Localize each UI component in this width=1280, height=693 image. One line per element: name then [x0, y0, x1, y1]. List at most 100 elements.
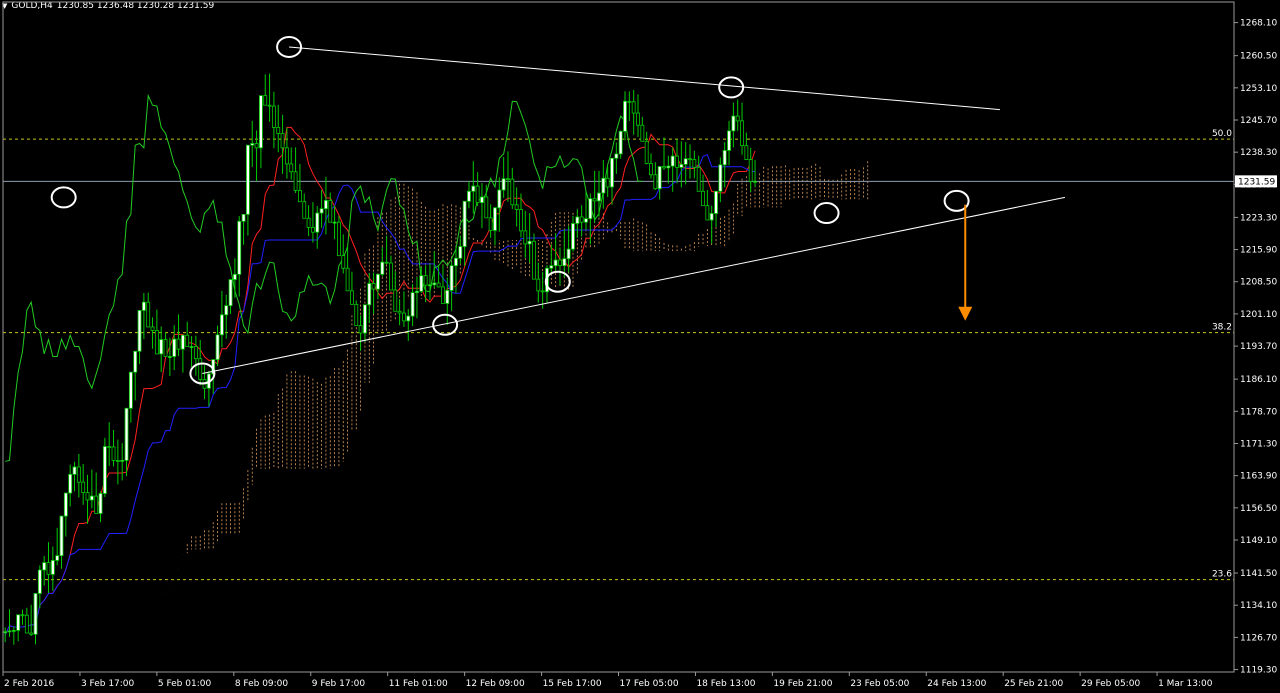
- trendline-resistance: [289, 46, 1000, 111]
- candle-body: [167, 356, 172, 358]
- candle-body: [128, 371, 133, 409]
- fib-label: 38.2: [1212, 323, 1232, 333]
- candle-body: [245, 144, 250, 215]
- candle-body: [445, 290, 450, 304]
- candle-body: [29, 632, 34, 635]
- candle-body: [679, 163, 684, 168]
- candle-body: [618, 130, 623, 155]
- candle-body: [284, 147, 289, 165]
- candle-body: [683, 158, 688, 165]
- anchor-ellipse: [544, 270, 571, 293]
- candle-body: [133, 350, 138, 373]
- candle-body: [20, 614, 25, 617]
- y-tick-label: 1126.70: [1240, 633, 1277, 643]
- anchor-ellipse: [718, 76, 745, 99]
- candle-body: [623, 100, 627, 132]
- fib-label: 23.6: [1212, 570, 1232, 580]
- y-tick-label: 1171.30: [1240, 439, 1277, 449]
- y-tick-label: 1208.50: [1240, 278, 1277, 288]
- candle-body: [337, 221, 341, 257]
- y-tick-label: 1119.30: [1240, 666, 1277, 676]
- y-tick-label: 1186.10: [1240, 375, 1277, 385]
- price-chart[interactable]: 50.0 38.2 23.6 1268.10 1260.50 1253.10 1245.7…: [0, 0, 1280, 693]
- candle-body: [219, 314, 224, 336]
- candle-body: [727, 130, 731, 151]
- candle-body: [696, 166, 701, 192]
- candle-body: [107, 446, 112, 448]
- candle-body: [666, 165, 671, 169]
- candle-body: [458, 246, 463, 259]
- candle-body: [579, 216, 584, 223]
- candle-body: [406, 315, 411, 322]
- candle-body: [740, 120, 744, 147]
- x-tick-label: 15 Feb 17:00: [543, 679, 602, 689]
- candle-body: [319, 208, 324, 214]
- candle-body: [232, 273, 237, 280]
- x-tick-label: 24 Feb 13:00: [927, 679, 986, 689]
- indicator-lines: [4, 93, 756, 635]
- candle-body: [81, 481, 86, 494]
- candle-body: [527, 240, 532, 245]
- projection-arrow[interactable]: [958, 204, 973, 321]
- candle-body: [363, 304, 367, 334]
- candle-body: [402, 312, 406, 322]
- candle-body: [436, 282, 441, 288]
- candle-body: [475, 185, 480, 204]
- candle-body: [493, 207, 497, 231]
- candle-body: [271, 105, 276, 128]
- candle-body: [63, 492, 68, 517]
- y-tick-label: 1201.10: [1240, 310, 1277, 320]
- candle-body: [410, 292, 415, 317]
- candle-body: [462, 200, 467, 247]
- candle-body: [59, 515, 64, 557]
- candle-body: [471, 185, 476, 192]
- candle-body: [601, 177, 606, 194]
- candle-body: [371, 283, 376, 290]
- candle-body: [111, 446, 116, 461]
- candle-body: [72, 466, 77, 475]
- candle-body: [341, 255, 346, 269]
- current-price-label: 1231.59: [1238, 177, 1275, 187]
- candle-body: [380, 261, 385, 275]
- candle-body: [605, 177, 610, 188]
- candle-body: [484, 196, 489, 219]
- candle-body: [584, 218, 588, 223]
- candle-body: [324, 200, 328, 210]
- candle-body: [705, 205, 710, 221]
- candle-body: [163, 339, 168, 357]
- y-tick-label: 1156.50: [1240, 504, 1277, 514]
- candle-body: [350, 290, 354, 305]
- candle-body: [419, 275, 424, 292]
- candle-body: [588, 198, 593, 220]
- candle-body: [536, 278, 541, 292]
- candle-body: [532, 240, 536, 280]
- candle-body: [115, 460, 120, 462]
- candle-body: [141, 301, 146, 311]
- candle-body: [215, 334, 220, 360]
- candle-body: [24, 614, 29, 634]
- arrow-head: [958, 306, 973, 321]
- candle-body: [753, 180, 757, 183]
- candle-body: [454, 257, 458, 267]
- candle-body: [549, 265, 554, 269]
- candle-body: [657, 166, 662, 190]
- x-tick-label: 25 Feb 21:00: [1004, 679, 1063, 689]
- candle-body: [280, 133, 285, 149]
- y-tick-label: 1253.10: [1240, 84, 1277, 94]
- candle-body: [467, 190, 471, 202]
- x-tick-label: 17 Feb 05:00: [620, 679, 679, 689]
- candle-body: [124, 407, 129, 461]
- candle-body: [89, 495, 94, 501]
- time-axis: 2 Feb 2016 3 Feb 17:00 5 Feb 01:00 8 Feb 09…: [2, 672, 1213, 689]
- candle-body: [432, 282, 437, 286]
- tenkan-line: [4, 126, 756, 635]
- candle-body: [33, 593, 38, 635]
- candle-body: [488, 217, 493, 231]
- candle-body: [94, 495, 99, 514]
- candle-body: [172, 338, 177, 357]
- candle-body: [614, 153, 619, 159]
- candle-body: [159, 339, 164, 355]
- x-tick-label: 11 Feb 01:00: [389, 679, 448, 689]
- y-tick-label: 1178.70: [1240, 407, 1277, 417]
- candle-body: [649, 163, 653, 176]
